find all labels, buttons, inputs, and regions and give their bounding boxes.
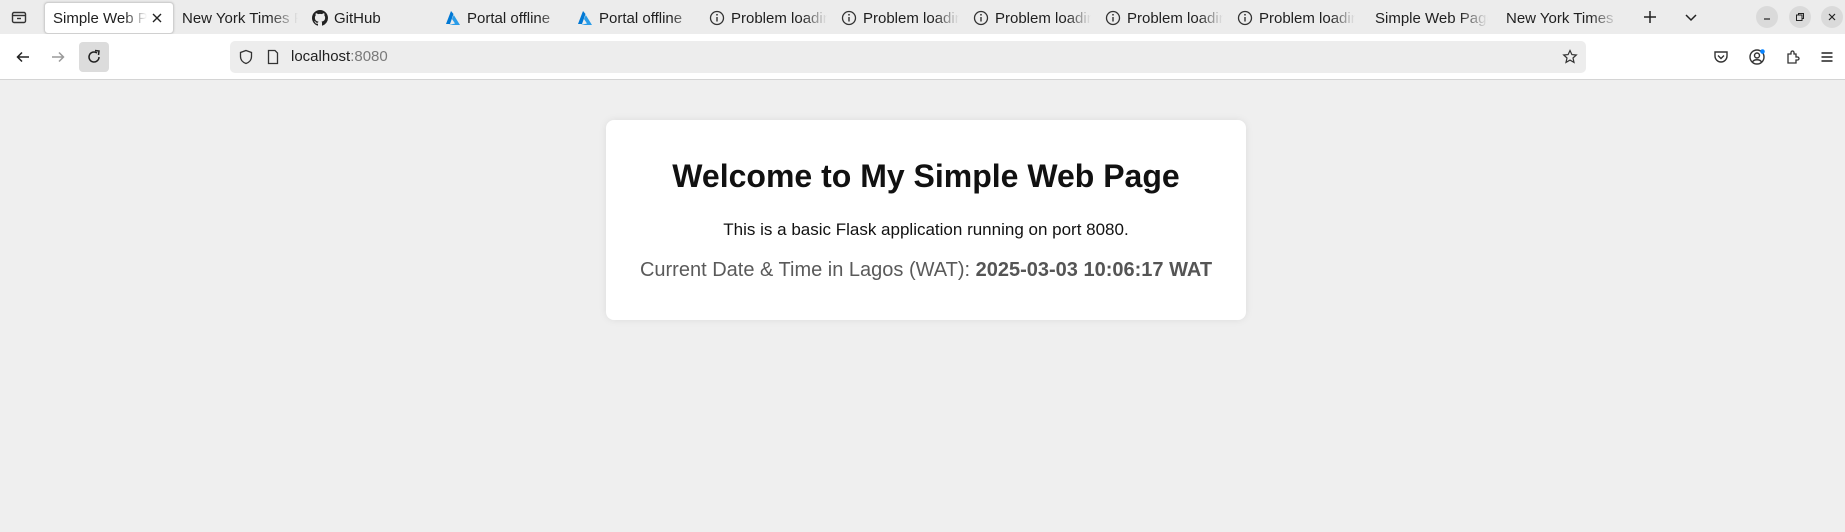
tab-title: Simple Web Page (1375, 9, 1488, 27)
extensions-icon[interactable] (1778, 42, 1808, 72)
tab-title: Simple Web Page (53, 9, 147, 27)
azure-icon (577, 10, 593, 26)
forward-icon[interactable] (43, 42, 73, 72)
account-icon[interactable] (1742, 42, 1772, 72)
tab-github[interactable]: GitHub (306, 2, 439, 34)
tab-title: GitHub (334, 9, 381, 27)
tab-new-york-times[interactable]: New York Times P (174, 2, 306, 34)
github-icon (312, 10, 328, 26)
navigation-toolbar: localhost:8080 (0, 34, 1845, 80)
tab-new-york-times[interactable]: New York Times P (1496, 2, 1626, 34)
time-value: 2025-03-03 10:06:17 WAT (975, 259, 1213, 281)
tab-strip: Simple Web Page New York Times P GitHub … (0, 0, 1845, 34)
tab-problem-loading[interactable]: Problem loading (703, 2, 835, 34)
new-tab-icon[interactable] (1639, 6, 1661, 28)
tab-problem-loading[interactable]: Problem loading (1099, 2, 1231, 34)
tab-title: Portal offline (467, 9, 551, 27)
tab-title: Problem loading (1127, 9, 1223, 27)
tab-problem-loading[interactable]: Problem loading (1231, 2, 1363, 34)
tab-problem-loading[interactable]: Problem loading (835, 2, 967, 34)
bookmark-star-icon[interactable] (1562, 49, 1578, 65)
page-info-icon[interactable] (265, 49, 281, 65)
page-description: This is a basic Flask application runnin… (723, 220, 1129, 239)
tab-title: Problem loading (731, 9, 827, 27)
tab-problem-loading[interactable]: Problem loading (967, 2, 1099, 34)
tab-portal-offline[interactable]: Portal offline (439, 2, 571, 34)
minimize-icon[interactable] (1756, 6, 1778, 28)
tab-title: Portal offline (599, 9, 683, 27)
close-tab-icon[interactable] (149, 10, 165, 26)
url-host: localhost (291, 48, 351, 65)
tab-list: Simple Web Page New York Times P GitHub … (44, 2, 1626, 34)
tab-overview-icon[interactable] (8, 6, 30, 28)
info-icon (973, 10, 989, 26)
info-icon (1237, 10, 1253, 26)
pocket-icon[interactable] (1706, 42, 1736, 72)
menu-icon[interactable] (1812, 42, 1842, 72)
time-label: Current Date & Time in Lagos (WAT): (639, 259, 976, 281)
current-time-line: Current Date & Time in Lagos (WAT): 2025… (606, 259, 1246, 282)
tab-title: Problem loading (995, 9, 1091, 27)
tab-title: New York Times P (1506, 9, 1618, 27)
url-text[interactable]: localhost:8080 (291, 48, 388, 65)
content-card: Welcome to My Simple Web Page This is a … (606, 120, 1246, 320)
azure-icon (445, 10, 461, 26)
tab-simple-web-page[interactable]: Simple Web Page (44, 2, 174, 34)
tracking-protection-shield-icon[interactable] (238, 49, 254, 65)
reload-icon[interactable] (79, 42, 109, 72)
tab-title: Problem loading (1259, 9, 1355, 27)
list-all-tabs-icon[interactable] (1680, 6, 1702, 28)
page-viewport: Welcome to My Simple Web Page This is a … (0, 80, 1845, 532)
tab-title: New York Times P (182, 9, 298, 27)
url-port: :8080 (350, 48, 388, 65)
tab-portal-offline[interactable]: Portal offline (571, 2, 703, 34)
info-icon (709, 10, 725, 26)
url-bar[interactable]: localhost:8080 (230, 41, 1586, 73)
back-icon[interactable] (8, 42, 38, 72)
tab-title: Problem loading (863, 9, 959, 27)
restore-icon[interactable] (1789, 6, 1811, 28)
tab-simple-web-page[interactable]: Simple Web Page (1363, 2, 1496, 34)
close-window-icon[interactable] (1821, 6, 1843, 28)
info-icon (1105, 10, 1121, 26)
info-icon (841, 10, 857, 26)
page-title: Welcome to My Simple Web Page (672, 158, 1180, 194)
